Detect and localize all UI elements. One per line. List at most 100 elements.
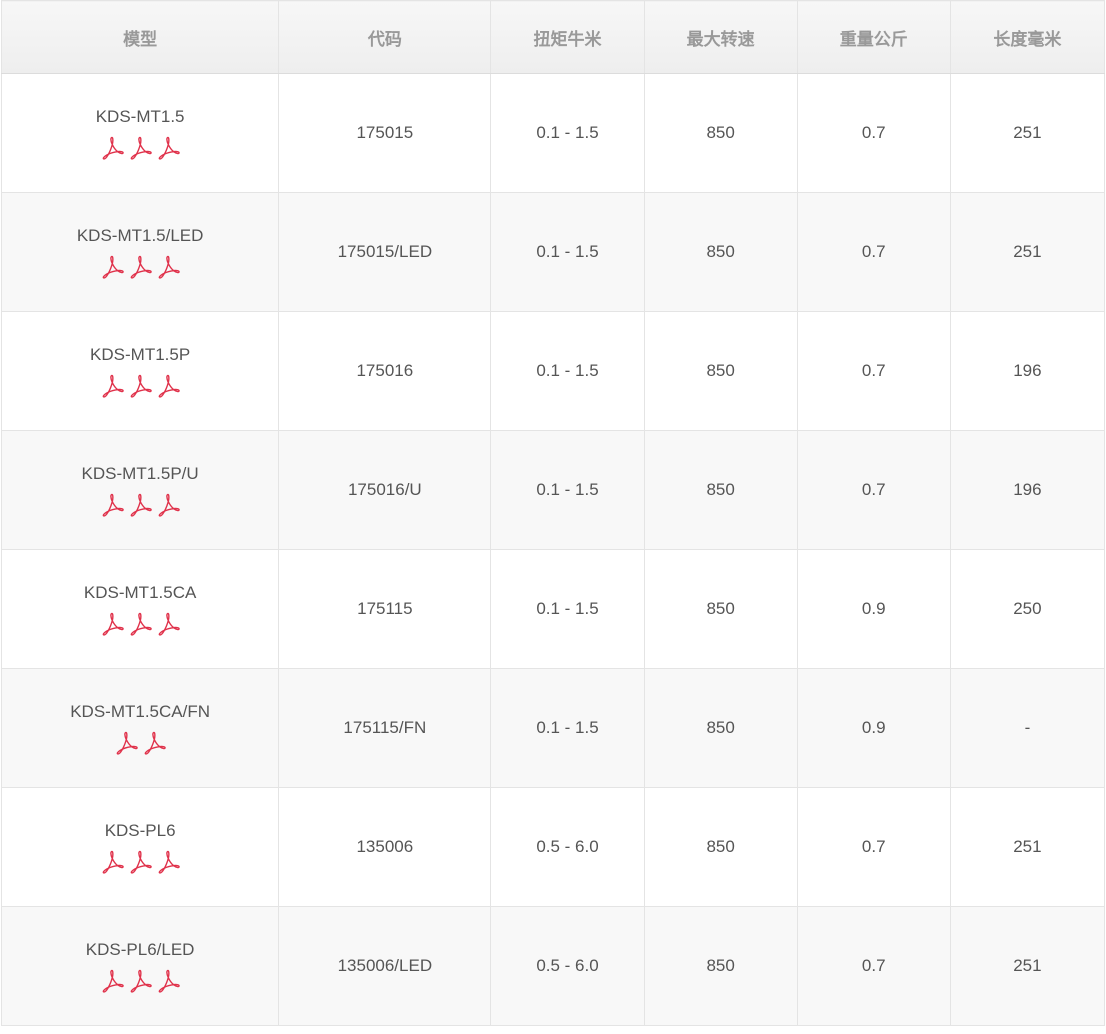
table-body: KDS-MT1.5 175015 0.1 - 1.5 850 0.7 251 KDS-MT1… xyxy=(0,73,1106,1026)
table-row: KDS-MT1.5CA 175115 0.1 - 1.5 850 0.9 250 xyxy=(0,549,1106,669)
pdf-links xyxy=(2,610,278,636)
product-spec-table: 模型 代码 扭矩牛米 最大转速 重量公斤 长度毫米 KDS-MT1.5 17501… xyxy=(0,0,1106,1026)
cell-model: KDS-MT1.5P/U xyxy=(0,430,280,550)
pdf-icon[interactable] xyxy=(155,610,181,636)
cell-max-speed: 850 xyxy=(643,311,798,431)
cell-code: 135006 xyxy=(278,787,492,907)
model-name: KDS-MT1.5P xyxy=(90,345,191,364)
cell-length: 250 xyxy=(949,549,1106,669)
pdf-icon[interactable] xyxy=(99,610,125,636)
model-name: KDS-MT1.5/LED xyxy=(76,226,204,245)
table-row: KDS-MT1.5P 175016 0.1 - 1.5 850 0.7 196 xyxy=(0,311,1106,431)
cell-model: KDS-MT1.5 xyxy=(0,73,280,193)
pdf-icon[interactable] xyxy=(99,253,125,279)
model-name: KDS-PL6 xyxy=(104,821,176,840)
header-torque[interactable]: 扭矩牛米 xyxy=(490,0,645,74)
pdf-links xyxy=(2,253,278,279)
cell-length: 196 xyxy=(949,311,1106,431)
header-length[interactable]: 长度毫米 xyxy=(949,0,1106,74)
cell-weight: 0.9 xyxy=(796,549,951,669)
cell-torque: 0.5 - 6.0 xyxy=(490,787,645,907)
cell-model: KDS-PL6 xyxy=(0,787,280,907)
pdf-icon[interactable] xyxy=(99,491,125,517)
model-name: KDS-PL6/LED xyxy=(85,940,195,959)
pdf-icon[interactable] xyxy=(155,253,181,279)
header-weight[interactable]: 重量公斤 xyxy=(796,0,951,74)
pdf-icon[interactable] xyxy=(99,134,125,160)
cell-model: KDS-PL6/LED xyxy=(0,906,280,1026)
cell-weight: 0.9 xyxy=(796,668,951,788)
cell-weight: 0.7 xyxy=(796,787,951,907)
cell-code: 175115 xyxy=(278,549,492,669)
cell-max-speed: 850 xyxy=(643,906,798,1026)
cell-torque: 0.1 - 1.5 xyxy=(490,549,645,669)
cell-code: 175016/U xyxy=(278,430,492,550)
cell-torque: 0.1 - 1.5 xyxy=(490,430,645,550)
cell-torque: 0.1 - 1.5 xyxy=(490,311,645,431)
pdf-icon[interactable] xyxy=(127,967,153,993)
table-row: KDS-PL6/LED 135006/LED 0.5 - 6.0 850 0.7 251 xyxy=(0,906,1106,1026)
pdf-icon[interactable] xyxy=(127,134,153,160)
model-name: KDS-MT1.5CA xyxy=(83,583,197,602)
pdf-links xyxy=(2,134,278,160)
pdf-icon[interactable] xyxy=(127,610,153,636)
cell-weight: 0.7 xyxy=(796,73,951,193)
cell-length: 196 xyxy=(949,430,1106,550)
header-code[interactable]: 代码 xyxy=(278,0,492,74)
table-row: KDS-MT1.5 175015 0.1 - 1.5 850 0.7 251 xyxy=(0,73,1106,193)
pdf-icon[interactable] xyxy=(155,134,181,160)
pdf-links xyxy=(2,848,278,874)
cell-weight: 0.7 xyxy=(796,192,951,312)
model-name: KDS-MT1.5CA/FN xyxy=(70,702,211,721)
cell-max-speed: 850 xyxy=(643,430,798,550)
table-header-row: 模型 代码 扭矩牛米 最大转速 重量公斤 长度毫米 xyxy=(0,0,1106,74)
model-name: KDS-MT1.5 xyxy=(95,107,185,126)
cell-weight: 0.7 xyxy=(796,906,951,1026)
pdf-links xyxy=(2,372,278,398)
cell-torque: 0.1 - 1.5 xyxy=(490,192,645,312)
pdf-icon[interactable] xyxy=(127,253,153,279)
pdf-icon[interactable] xyxy=(99,372,125,398)
cell-length: 251 xyxy=(949,192,1106,312)
cell-code: 175015 xyxy=(278,73,492,193)
pdf-icon[interactable] xyxy=(127,491,153,517)
cell-model: KDS-MT1.5P xyxy=(0,311,280,431)
pdf-icon[interactable] xyxy=(155,372,181,398)
table-row: KDS-PL6 135006 0.5 - 6.0 850 0.7 251 xyxy=(0,787,1106,907)
pdf-links xyxy=(2,491,278,517)
model-name: KDS-MT1.5P/U xyxy=(81,464,199,483)
cell-length: 251 xyxy=(949,787,1106,907)
cell-weight: 0.7 xyxy=(796,430,951,550)
cell-length: 251 xyxy=(949,73,1106,193)
cell-code: 135006/LED xyxy=(278,906,492,1026)
pdf-icon[interactable] xyxy=(99,967,125,993)
pdf-icon[interactable] xyxy=(141,729,167,755)
pdf-icon[interactable] xyxy=(155,491,181,517)
cell-weight: 0.7 xyxy=(796,311,951,431)
table-row: KDS-MT1.5/LED 175015/LED 0.1 - 1.5 850 0.7 25… xyxy=(0,192,1106,312)
cell-max-speed: 850 xyxy=(643,192,798,312)
pdf-icon[interactable] xyxy=(127,848,153,874)
cell-model: KDS-MT1.5CA/FN xyxy=(0,668,280,788)
cell-max-speed: 850 xyxy=(643,549,798,669)
header-model[interactable]: 模型 xyxy=(0,0,280,74)
pdf-icon[interactable] xyxy=(113,729,139,755)
header-max-speed[interactable]: 最大转速 xyxy=(643,0,798,74)
cell-max-speed: 850 xyxy=(643,668,798,788)
pdf-icon[interactable] xyxy=(127,372,153,398)
cell-length: - xyxy=(949,668,1106,788)
cell-model: KDS-MT1.5/LED xyxy=(0,192,280,312)
pdf-icon[interactable] xyxy=(155,967,181,993)
cell-length: 251 xyxy=(949,906,1106,1026)
cell-max-speed: 850 xyxy=(643,73,798,193)
cell-code: 175016 xyxy=(278,311,492,431)
table-row: KDS-MT1.5P/U 175016/U 0.1 - 1.5 850 0.7 196 xyxy=(0,430,1106,550)
cell-model: KDS-MT1.5CA xyxy=(0,549,280,669)
cell-torque: 0.5 - 6.0 xyxy=(490,906,645,1026)
pdf-links xyxy=(2,967,278,993)
table-row: KDS-MT1.5CA/FN 175115/FN 0.1 - 1.5 850 0.9- xyxy=(0,668,1106,788)
pdf-icon[interactable] xyxy=(99,848,125,874)
pdf-icon[interactable] xyxy=(155,848,181,874)
pdf-links xyxy=(2,729,278,755)
cell-torque: 0.1 - 1.5 xyxy=(490,668,645,788)
